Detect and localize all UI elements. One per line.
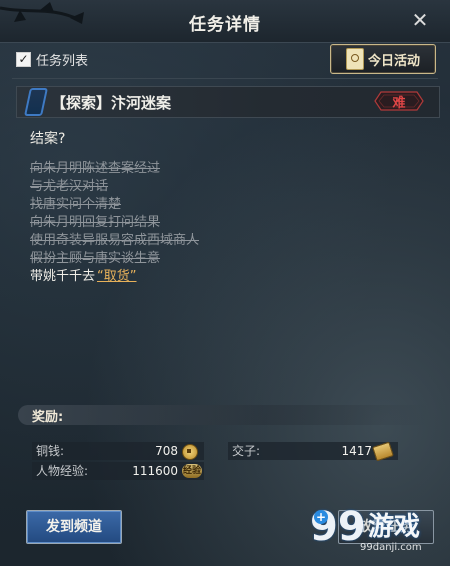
send-to-channel-button[interactable]: 发到频道 — [26, 510, 122, 544]
reward-copper: 铜钱: 708 — [32, 442, 204, 460]
jiaozi-value: 1417 — [341, 444, 372, 458]
watermark-url: 99danji.com — [360, 542, 422, 553]
step-done: 使用奇装异服易容成西域商人 — [30, 233, 200, 248]
step-done: 与尤老汉对话 — [30, 179, 109, 194]
lantern-icon — [345, 48, 364, 70]
title-bar: 任务详情 ✕ — [0, 0, 450, 43]
exp-value: 111600 — [132, 464, 178, 478]
window-title: 任务详情 — [189, 15, 261, 35]
banknote-icon — [372, 441, 394, 462]
quest-steps: 向朱月明陈述查案经过 与尤老汉对话 找唐实问个清楚 向朱月明回复打问结果 使用奇… — [30, 160, 199, 286]
task-detail-window: 任务详情 ✕ ✓ 任务列表 今日活动 【探索】汴河迷案 难 结案? 向朱月明陈述… — [0, 0, 450, 566]
step-question: 结案? — [30, 131, 66, 147]
check-icon: ✓ — [18, 52, 29, 66]
tasklist-toggle[interactable]: ✓ 任务列表 — [16, 48, 88, 70]
divider — [12, 78, 438, 79]
today-activity-label: 今日活动 — [367, 53, 420, 69]
site-watermark: 99 + 游戏 99danji.com — [306, 502, 446, 562]
reward-jiaozi: 交子: 1417 — [228, 441, 398, 462]
difficulty-text: 难 — [392, 95, 406, 111]
pickup-goods-link[interactable]: “取货” — [97, 269, 136, 284]
quest-title: 【探索】汴河迷案 — [51, 93, 172, 112]
close-icon[interactable]: ✕ — [408, 8, 432, 32]
experience-icon: 经验 — [182, 464, 202, 478]
copper-value: 708 — [155, 444, 178, 458]
step-done: 向朱月明陈述查案经过 — [30, 161, 161, 176]
step-done: 向朱月明回复打问结果 — [30, 215, 161, 230]
today-activity-button[interactable]: 今日活动 — [330, 44, 436, 74]
jiaozi-label: 交子: — [232, 444, 261, 458]
plus-icon: + — [314, 510, 328, 524]
quest-scroll-icon — [24, 88, 48, 116]
reward-label: 奖励: — [32, 410, 64, 425]
tasklist-label: 任务列表 — [36, 53, 89, 69]
step-done: 找唐实问个清楚 — [30, 197, 122, 212]
watermark-text: 游戏 — [368, 512, 421, 542]
current-step-text: 带姚千千去 — [30, 269, 96, 284]
quest-header: 【探索】汴河迷案 难 — [16, 86, 440, 118]
reward-exp: 人物经验: 111600 经验 — [32, 462, 204, 480]
exp-label: 人物经验: — [36, 464, 89, 478]
reward-header: 奖励: — [18, 405, 428, 425]
step-done: 假扮主顾与唐实谈生意 — [30, 251, 161, 266]
coin-icon — [182, 444, 198, 460]
step-current: 带姚千千去 “取货” — [30, 268, 199, 286]
difficulty-badge: 难 — [373, 90, 425, 112]
tasklist-checkbox[interactable]: ✓ — [16, 51, 31, 67]
copper-label: 铜钱: — [36, 444, 65, 458]
